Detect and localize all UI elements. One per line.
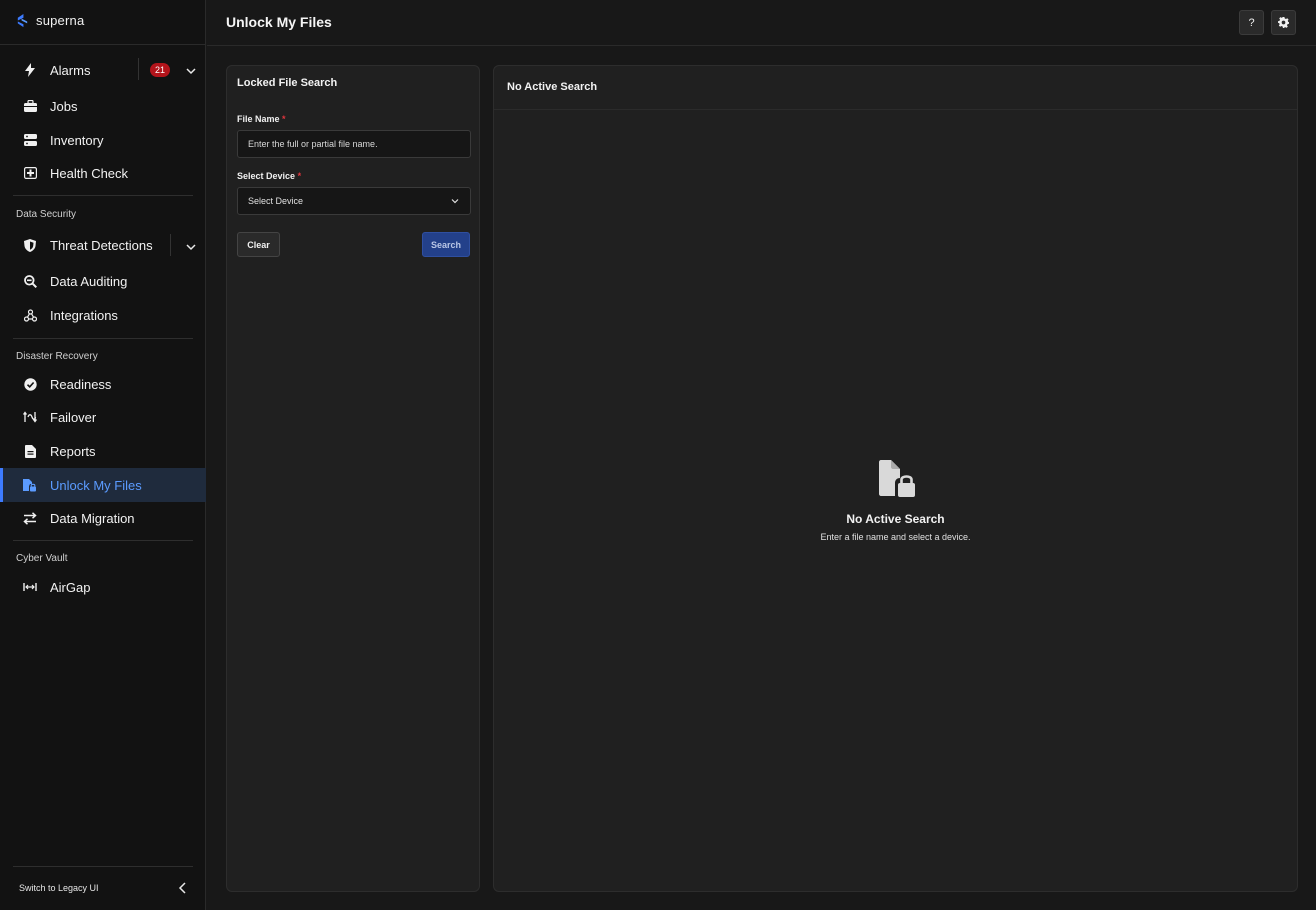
sidebar-item-threat-detections[interactable]: Threat Detections	[0, 228, 206, 262]
sidebar-item-integrations[interactable]: Integrations	[0, 298, 206, 332]
sidebar-item-readiness[interactable]: Readiness	[0, 367, 206, 401]
empty-state-subtitle: Enter a file name and select a device.	[820, 532, 971, 542]
sidebar-item-label: Integrations	[50, 307, 118, 323]
sidebar-item-label: Health Check	[50, 165, 129, 181]
sidebar-item-jobs[interactable]: Jobs	[0, 89, 206, 123]
file-lock-icon	[879, 460, 915, 497]
sidebar-item-label: Inventory	[50, 132, 104, 148]
sidebar-item-label: Failover	[50, 409, 97, 425]
chevron-down-icon[interactable]	[185, 65, 197, 77]
sidebar-item-label: Data Migration	[50, 510, 135, 526]
chevron-down-icon	[451, 199, 459, 204]
sidebar-divider	[13, 338, 193, 339]
failover-icon	[23, 410, 37, 424]
alarms-separator	[138, 58, 139, 80]
required-mark: *	[297, 171, 302, 181]
briefcase-icon	[23, 99, 37, 113]
page-header: Unlock My Files ?	[207, 0, 1316, 46]
sidebar-item-label: AirGap	[50, 579, 91, 595]
sidebar-item-label: Unlock My Files	[50, 477, 142, 493]
chevron-left-icon[interactable]	[176, 881, 190, 895]
file-name-label: File Name *	[237, 114, 286, 124]
section-label-disaster-recovery: Disaster Recovery	[16, 351, 98, 362]
sidebar-item-inventory[interactable]: Inventory	[0, 123, 206, 157]
file-name-label-text: File Name	[237, 114, 280, 124]
switch-legacy-link[interactable]: Switch to Legacy UI	[19, 883, 99, 893]
sidebar-item-label: Alarms	[50, 62, 91, 78]
threat-separator	[170, 234, 171, 256]
sidebar-item-data-auditing[interactable]: Data Auditing	[0, 264, 206, 298]
help-button-label: ?	[1248, 16, 1255, 29]
sidebar-item-label: Reports	[50, 443, 96, 459]
sidebar-divider	[13, 866, 193, 867]
document-icon	[23, 444, 37, 458]
chevron-down-icon[interactable]	[185, 241, 197, 253]
sidebar-item-health-check[interactable]: Health Check	[0, 156, 206, 190]
select-device-dropdown[interactable]: Select Device	[237, 187, 471, 215]
swap-arrows-icon	[23, 511, 37, 525]
gear-icon	[1278, 17, 1289, 28]
sidebar: superna Alarms 21 Jobs Inventory Health …	[0, 0, 206, 910]
file-lock-icon	[23, 478, 37, 492]
section-label-cyber-vault: Cyber Vault	[16, 553, 68, 564]
page-title: Unlock My Files	[226, 14, 332, 30]
results-panel: No Active Search No Active Search Enter …	[493, 65, 1298, 892]
sidebar-item-reports[interactable]: Reports	[0, 434, 206, 468]
sidebar-item-alarms[interactable]: Alarms	[0, 53, 206, 87]
locked-file-search-panel: Locked File Search File Name * Select De…	[226, 65, 480, 892]
health-icon	[23, 166, 37, 180]
search-button[interactable]: Search	[422, 232, 470, 257]
sidebar-divider	[13, 540, 193, 541]
empty-state-title: No Active Search	[846, 512, 945, 526]
superna-logo-icon	[17, 13, 28, 28]
sidebar-item-label: Threat Detections	[50, 237, 153, 253]
server-icon	[23, 133, 37, 147]
search-zoom-icon	[23, 274, 37, 288]
file-name-input[interactable]	[237, 130, 471, 158]
search-panel-title: Locked File Search	[237, 77, 338, 89]
alarm-count-badge: 21	[150, 63, 170, 77]
select-device-value: Select Device	[248, 196, 304, 206]
select-device-label: Select Device *	[237, 171, 301, 181]
superna-logo[interactable]: superna	[15, 13, 84, 28]
clear-button[interactable]: Clear	[237, 232, 280, 257]
select-device-label-text: Select Device	[237, 171, 296, 181]
sidebar-item-data-migration[interactable]: Data Migration	[0, 501, 206, 535]
bolt-icon	[23, 63, 37, 77]
section-label-data-security: Data Security	[16, 209, 77, 220]
sidebar-item-label: Data Auditing	[50, 273, 128, 289]
shield-icon	[23, 238, 37, 252]
brand-name: superna	[36, 13, 85, 28]
airgap-icon	[23, 580, 37, 594]
sidebar-item-unlock-my-files[interactable]: Unlock My Files	[0, 468, 206, 502]
results-panel-title: No Active Search	[507, 81, 598, 93]
sidebar-item-failover[interactable]: Failover	[0, 400, 206, 434]
settings-button[interactable]	[1271, 10, 1296, 35]
check-circle-icon	[23, 377, 37, 391]
sidebar-item-airgap[interactable]: AirGap	[0, 570, 206, 604]
required-mark: *	[282, 114, 286, 124]
logo-divider	[0, 44, 206, 45]
results-header-divider	[494, 109, 1297, 110]
search-button-label: Search	[430, 239, 462, 250]
sidebar-item-label: Readiness	[50, 376, 112, 392]
webhook-icon	[23, 308, 37, 322]
clear-button-label: Clear	[247, 239, 270, 250]
sidebar-divider	[13, 195, 193, 196]
sidebar-item-label: Jobs	[50, 98, 78, 114]
help-button[interactable]: ?	[1239, 10, 1264, 35]
